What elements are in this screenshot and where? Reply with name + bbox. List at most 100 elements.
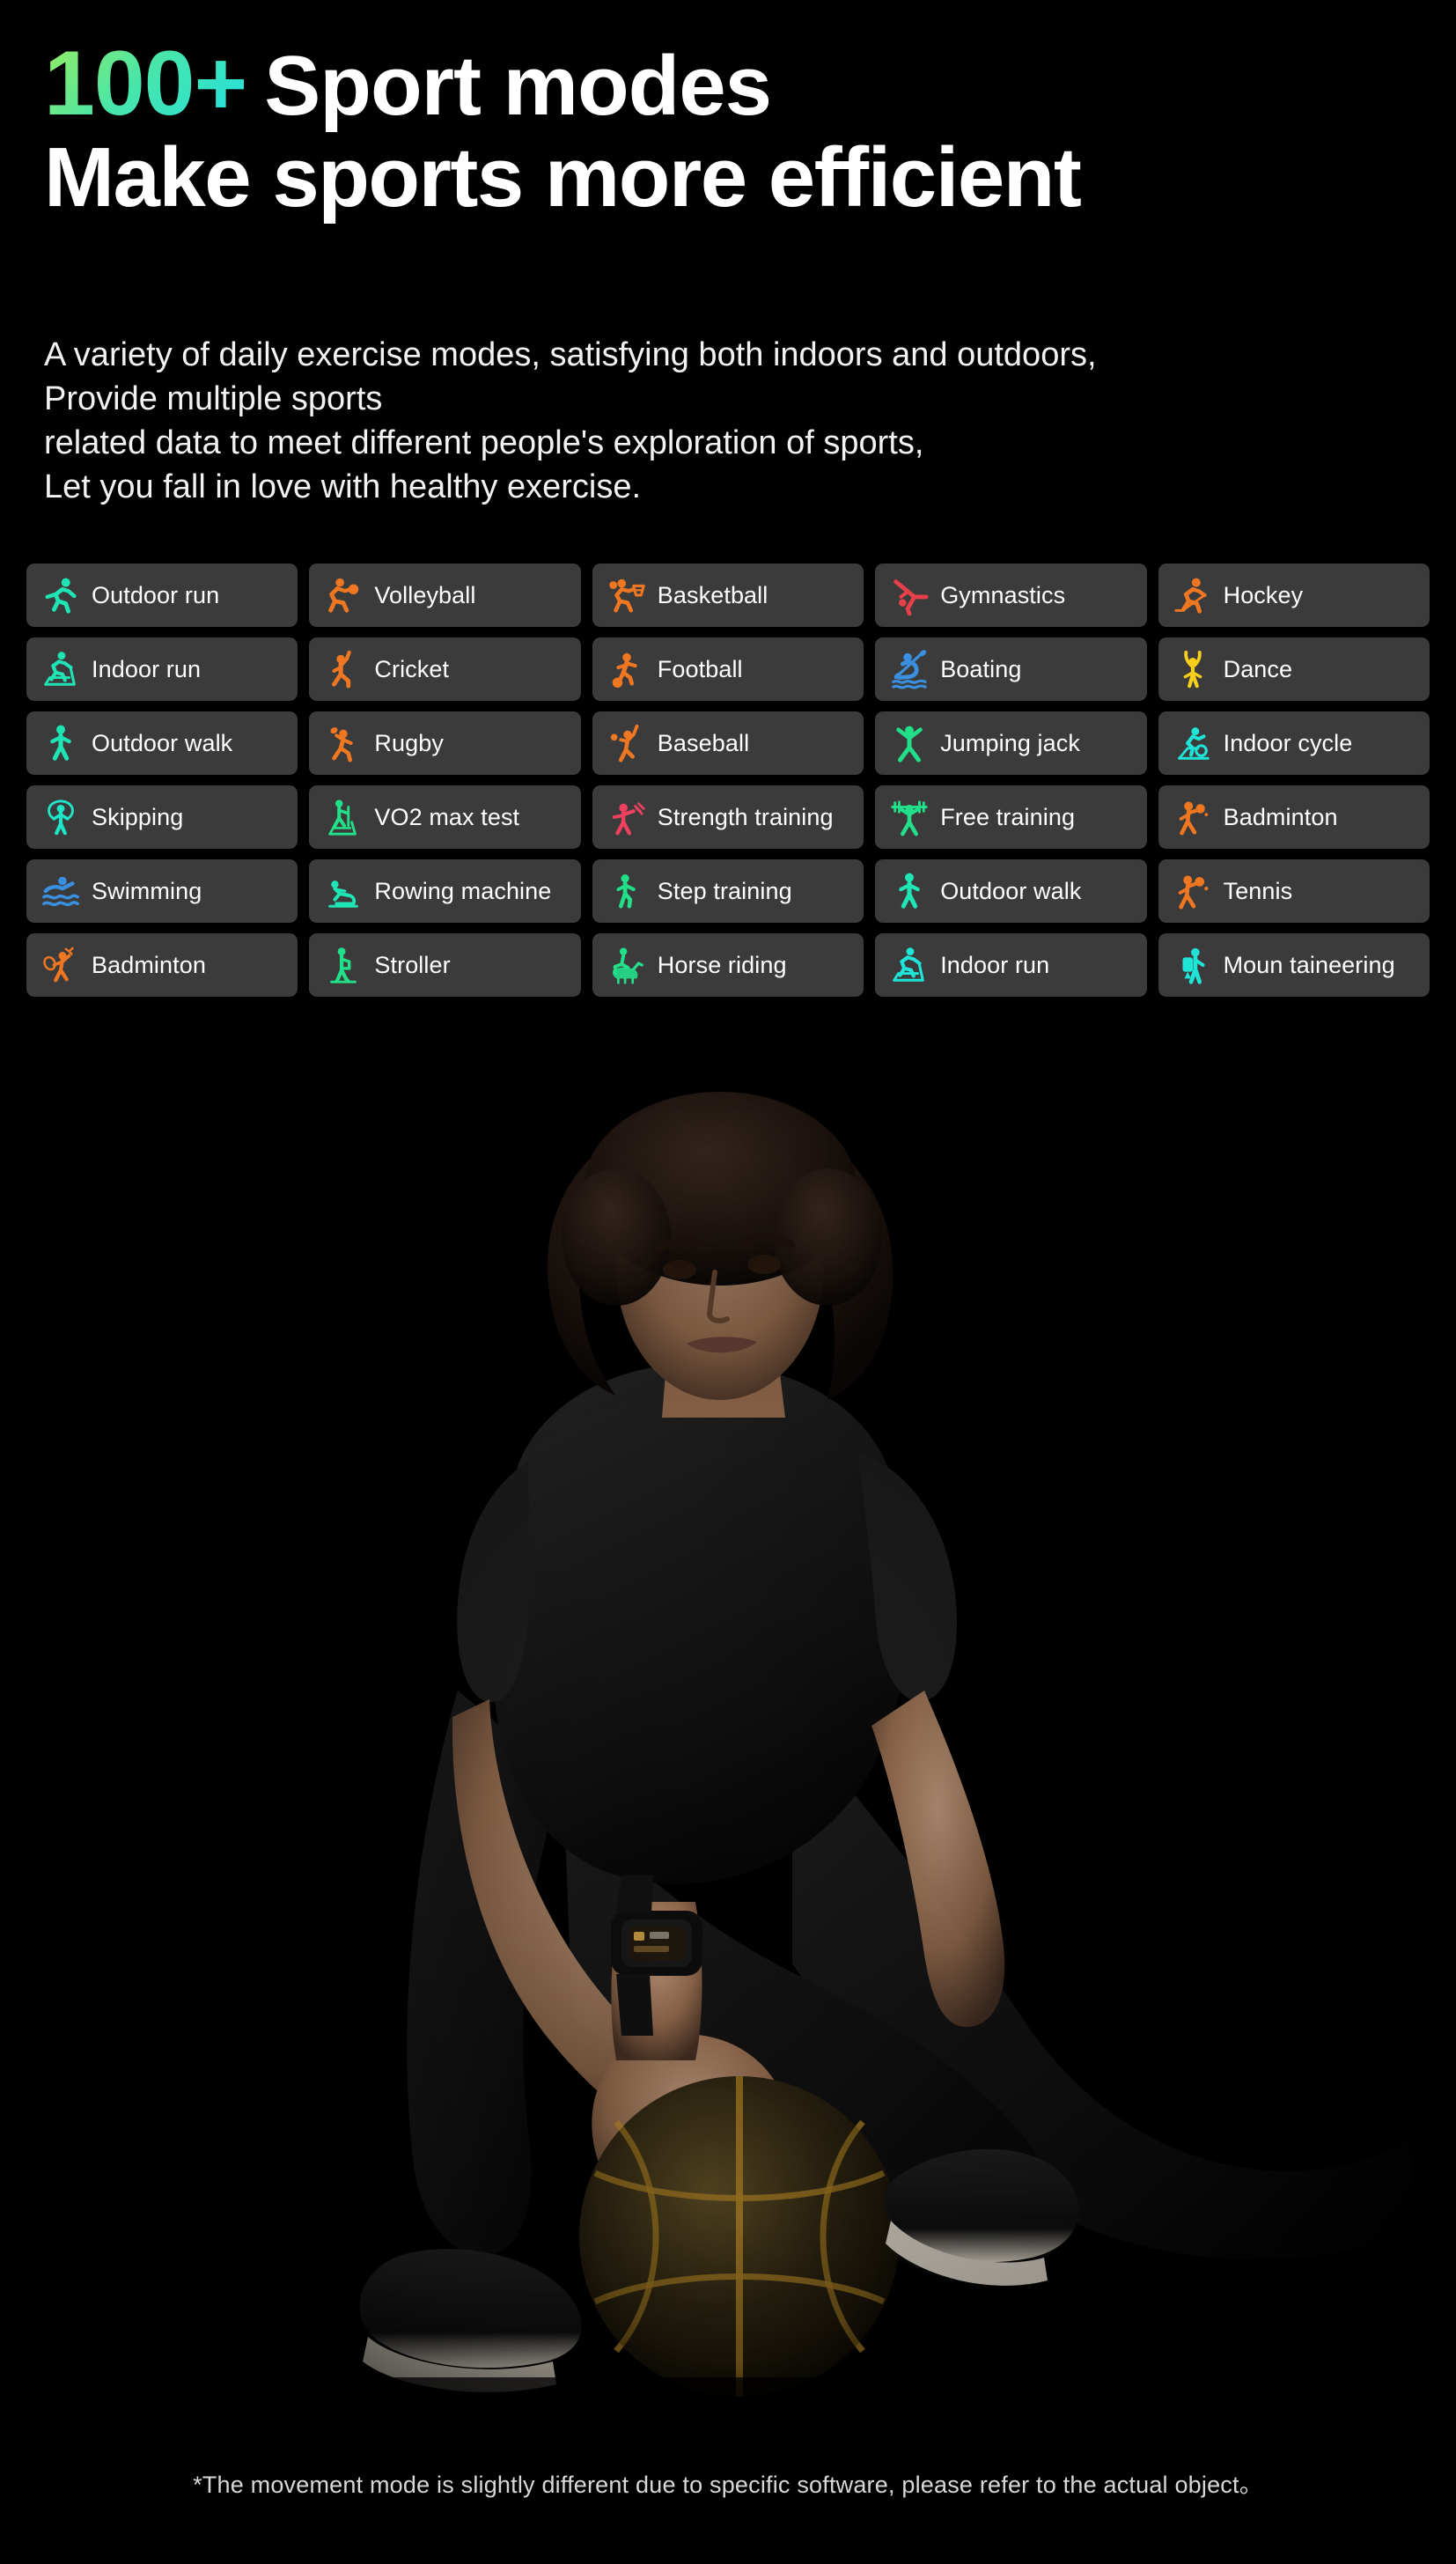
sport-mode-label: Rowing machine <box>374 877 552 904</box>
sport-mode-card[interactable]: Volleyball <box>309 564 581 627</box>
sport-mode-card[interactable]: Outdoor walk <box>26 711 298 775</box>
sport-mode-label: Outdoor walk <box>940 877 1082 904</box>
sport-mode-card[interactable]: Indoor run <box>875 933 1147 997</box>
sport-mode-label: Free training <box>940 803 1076 830</box>
sport-mode-label: Boating <box>940 655 1022 682</box>
football-icon <box>607 649 647 689</box>
boating-icon <box>889 649 930 689</box>
sport-mode-label: Skipping <box>92 803 184 830</box>
outdoor-walk-icon <box>40 723 81 763</box>
footer-disclaimer: *The movement mode is slightly different… <box>0 2465 1456 2500</box>
sport-mode-card[interactable]: Step training <box>592 859 864 923</box>
outdoor-walk-icon <box>889 871 930 911</box>
sport-mode-card[interactable]: Badminton <box>1158 785 1430 849</box>
sport-mode-label: VO2 max test <box>374 803 520 830</box>
gymnastics-icon <box>889 575 930 615</box>
description-line-2: Provide multiple sports <box>44 380 383 418</box>
sport-mode-label: Rugby <box>374 729 444 756</box>
swimming-icon <box>40 871 81 911</box>
jumping-jack-icon <box>889 723 930 763</box>
description-block: A variety of daily exercise modes, satis… <box>44 333 1426 510</box>
mountaineering-icon <box>1173 945 1213 985</box>
sport-mode-label: Step training <box>657 877 792 904</box>
sport-mode-card[interactable]: Swimming <box>26 859 298 923</box>
sport-mode-card[interactable]: Jumping jack <box>875 711 1147 775</box>
sport-mode-label: Basketball <box>657 581 768 608</box>
vo2-max-test-icon <box>323 797 364 837</box>
sport-mode-card[interactable]: Cricket <box>309 637 581 701</box>
sport-mode-card[interactable]: Tennis <box>1158 859 1430 923</box>
sport-mode-card[interactable]: Indoor run <box>26 637 298 701</box>
sport-mode-card[interactable]: Boating <box>875 637 1147 701</box>
hockey-icon <box>1173 575 1213 615</box>
sport-mode-label: Horse riding <box>657 951 787 978</box>
description-line-4: Let you fall in love with healthy exerci… <box>44 468 642 506</box>
sport-mode-card[interactable]: Skipping <box>26 785 298 849</box>
sport-mode-label: Tennis <box>1223 877 1293 904</box>
sport-mode-grid: Outdoor run Volleyball Basketball Gymnastic… <box>26 564 1430 997</box>
strength-training-icon <box>607 797 647 837</box>
sport-mode-label: Indoor cycle <box>1223 729 1353 756</box>
badminton-icon <box>1173 797 1213 837</box>
stroller-icon <box>323 945 364 985</box>
horse-riding-icon <box>607 945 647 985</box>
sport-mode-label: Outdoor walk <box>92 729 233 756</box>
indoor-run-icon <box>889 945 930 985</box>
sport-mode-card[interactable]: Football <box>592 637 864 701</box>
sport-mode-label: Dance <box>1223 655 1293 682</box>
sport-mode-card[interactable]: Free training <box>875 785 1147 849</box>
rowing-machine-icon <box>323 871 364 911</box>
sport-mode-card[interactable]: Hockey <box>1158 564 1430 627</box>
tennis-icon <box>1173 871 1213 911</box>
baseball-icon <box>607 723 647 763</box>
sport-mode-card[interactable]: Gymnastics <box>875 564 1147 627</box>
disclaimer-text: *The movement mode is slightly different… <box>193 2472 1263 2498</box>
indoor-cycle-icon <box>1173 723 1213 763</box>
sport-mode-card[interactable]: Strength training <box>592 785 864 849</box>
description-line-1: A variety of daily exercise modes, satis… <box>44 336 1097 373</box>
description-line-3: related data to meet different people's … <box>44 424 924 462</box>
sport-mode-label: Indoor run <box>92 655 202 682</box>
sport-mode-label: Swimming <box>92 877 202 904</box>
sport-mode-label: Badminton <box>92 951 206 978</box>
sport-mode-count: 100+ <box>44 33 247 135</box>
headline-subtitle: Make sports more efficient <box>44 130 1082 225</box>
sport-mode-card[interactable]: VO2 max test <box>309 785 581 849</box>
rugby-icon <box>323 723 364 763</box>
sport-mode-card[interactable]: Rowing machine <box>309 859 581 923</box>
sport-mode-label: Stroller <box>374 951 451 978</box>
basketball-icon <box>607 575 647 615</box>
headline-main-text: Sport modes <box>264 39 772 133</box>
sport-mode-card[interactable]: Rugby <box>309 711 581 775</box>
indoor-run-icon <box>40 649 81 689</box>
dance-icon <box>1173 649 1213 689</box>
sport-mode-label: Hockey <box>1223 581 1304 608</box>
cricket-icon <box>323 649 364 689</box>
hero-photo <box>0 1083 1456 2509</box>
sport-mode-card[interactable]: Outdoor walk <box>875 859 1147 923</box>
sport-mode-label: Baseball <box>657 729 750 756</box>
sport-mode-card[interactable]: Basketball <box>592 564 864 627</box>
sport-mode-label: Gymnastics <box>940 581 1066 608</box>
sport-mode-label: Outdoor run <box>92 581 220 608</box>
sport-mode-card[interactable]: Moun taineering <box>1158 933 1430 997</box>
sport-mode-card[interactable]: Indoor cycle <box>1158 711 1430 775</box>
sport-mode-card[interactable]: Horse riding <box>592 933 864 997</box>
sport-mode-card[interactable]: Badminton <box>26 933 298 997</box>
sport-mode-label: Jumping jack <box>940 729 1080 756</box>
sport-mode-label: Indoor run <box>940 951 1050 978</box>
headline-line-2: Make sports more efficient <box>44 133 1452 223</box>
headline-line-1: 100+ Sport modes <box>44 37 1452 130</box>
skipping-icon <box>40 797 81 837</box>
sport-mode-card[interactable]: Stroller <box>309 933 581 997</box>
sport-mode-card[interactable]: Baseball <box>592 711 864 775</box>
badminton-racket-icon <box>40 945 81 985</box>
sport-mode-card[interactable]: Outdoor run <box>26 564 298 627</box>
sport-mode-label: Badminton <box>1223 803 1338 830</box>
sport-mode-label: Moun taineering <box>1223 951 1395 978</box>
sport-mode-label: Volleyball <box>374 581 476 608</box>
volleyball-icon <box>323 575 364 615</box>
sport-mode-label: Strength training <box>657 803 834 830</box>
sport-mode-card[interactable]: Dance <box>1158 637 1430 701</box>
headline-block: 100+ Sport modes Make sports more efficie… <box>44 37 1452 223</box>
